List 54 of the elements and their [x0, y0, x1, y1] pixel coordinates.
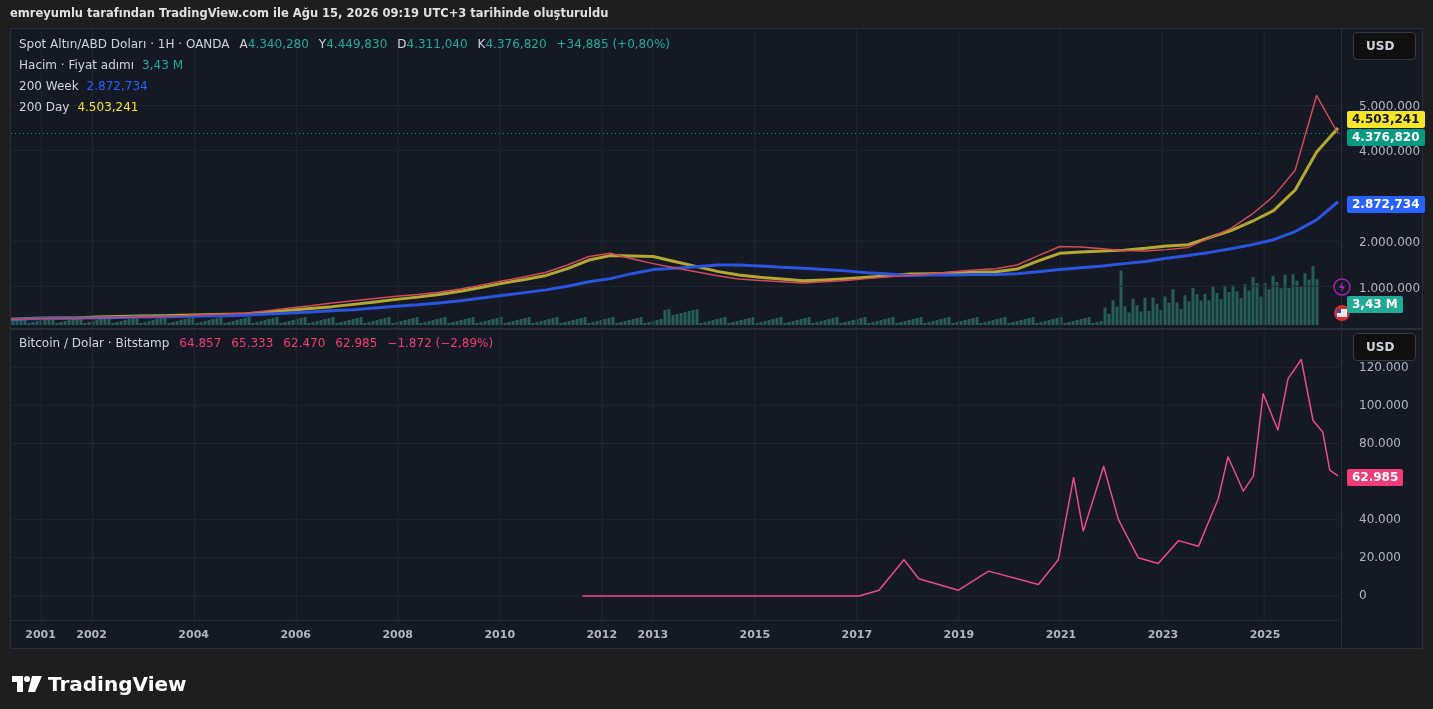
time-axis-label: 2004 [178, 627, 209, 643]
price-badge: 62.985 [1347, 469, 1404, 486]
price-axis-label: 120.000 [1359, 360, 1409, 374]
indicator-value: 4.503,241 [77, 99, 139, 116]
ohlc-value: Y4.449,830 [318, 36, 388, 53]
price-badge: 2.872,734 [1347, 196, 1425, 213]
symbol-title: Spot Altın/ABD Doları · 1H · OANDA [19, 36, 230, 53]
price-axis-label: 40.000 [1359, 512, 1401, 526]
price-axis-label: 80.000 [1359, 436, 1401, 450]
time-axis-label: 2006 [280, 627, 311, 643]
time-axis-label: 2001 [25, 627, 56, 643]
indicator-value: 3,43 M [142, 57, 183, 74]
time-axis-label: 2015 [739, 627, 771, 643]
price-value: 65.333 [231, 335, 274, 352]
time-axis-label: 2023 [1147, 627, 1179, 643]
time-axis-label: 2012 [586, 627, 618, 643]
price-change: +34,885 (+0,80%) [556, 36, 670, 53]
indicator-name: 200 Week [19, 78, 79, 95]
brand-logo-icon [12, 676, 42, 692]
ohlc-value: K4.376,820 [477, 36, 547, 53]
price-value: −1.872 (−2,89%) [387, 335, 494, 352]
time-axis-label: 2010 [484, 627, 516, 643]
currency-button[interactable]: USD [1353, 32, 1416, 60]
currency-button[interactable]: USD [1353, 333, 1416, 361]
price-value: 62.985 [335, 335, 378, 352]
time-axis-label: 2021 [1045, 627, 1077, 643]
time-axis-label: 2013 [637, 627, 669, 643]
price-axis-label: 5.000.000 [1359, 99, 1421, 113]
time-axis-label: 2019 [943, 627, 975, 643]
price-axis-label: 1.000.000 [1359, 281, 1421, 295]
flag-icon [1333, 304, 1351, 322]
price-value: 64.857 [179, 335, 222, 352]
lightning-icon [1333, 278, 1351, 296]
price-value: 62.470 [283, 335, 326, 352]
brand-name: TradingView [48, 671, 187, 698]
symbol-title: Bitcoin / Dolar · Bitstamp [19, 335, 170, 352]
ohlc-value: D4.311,040 [397, 36, 468, 53]
price-badge: 4.503,241 [1347, 111, 1425, 128]
indicator-name: Hacim · Fiyat adımı [19, 57, 135, 74]
time-axis-label: 2008 [382, 627, 414, 643]
snapshot-caption: emreyumlu tarafından TradingView.com ile Ağu 15, 2026 09:19 UTC+3 tarihinde oluşturuldu [10, 5, 609, 23]
price-axis-label: 0 [1359, 588, 1367, 602]
price-axis-label: 100.000 [1359, 398, 1409, 412]
price-badge: 3,43 M [1347, 296, 1403, 313]
time-axis-label: 2017 [841, 627, 873, 643]
price-badge: 4.376,820 [1347, 129, 1425, 146]
time-axis-label: 2002 [76, 627, 107, 643]
price-axis-label: 2.000.000 [1359, 235, 1421, 250]
ohlc-value: A4.340,280 [239, 36, 309, 53]
price-axis-label: 4.000.000 [1359, 144, 1421, 159]
time-axis-label: 2025 [1249, 627, 1281, 643]
indicator-value: 2.872,734 [86, 78, 148, 95]
price-axis-label: 20.000 [1359, 550, 1401, 564]
indicator-name: 200 Day [19, 99, 70, 116]
